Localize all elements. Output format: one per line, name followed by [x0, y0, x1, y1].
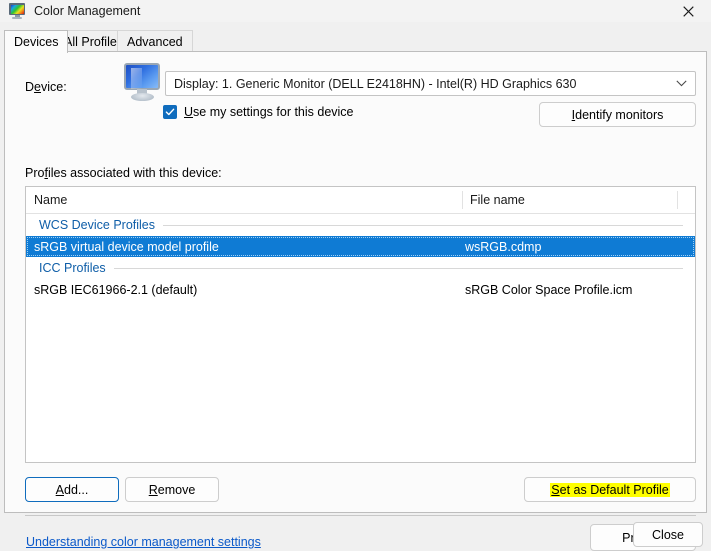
- set-as-default-profile-label: Set as Default Profile: [550, 482, 670, 497]
- understanding-color-management-link[interactable]: Understanding color management settings: [26, 535, 261, 549]
- list-item[interactable]: sRGB IEC61966-2.1 (default) sRGB Color S…: [26, 279, 695, 300]
- group-rule: [113, 267, 683, 269]
- add-button-label: Add...: [55, 482, 89, 497]
- use-my-settings-label: Use my settings for this device: [184, 105, 354, 119]
- profiles-list[interactable]: Name File name WCS Device Profiles sRGB …: [25, 186, 696, 463]
- tab-advanced-label: Advanced: [127, 34, 183, 49]
- device-dropdown-value: Display: 1. Generic Monitor (DELL E2418H…: [174, 76, 577, 91]
- close-icon[interactable]: [666, 0, 711, 22]
- checkbox-box: [163, 105, 177, 119]
- use-my-settings-checkbox[interactable]: Use my settings for this device: [163, 105, 354, 119]
- tab-strip: Devices All Profiles Advanced: [0, 30, 711, 53]
- remove-button[interactable]: Remove: [125, 477, 219, 502]
- device-dropdown[interactable]: Display: 1. Generic Monitor (DELL E2418H…: [165, 71, 696, 96]
- window-title: Color Management: [34, 4, 141, 18]
- identify-monitors-button[interactable]: Identify monitors: [539, 102, 696, 127]
- tab-advanced[interactable]: Advanced: [117, 30, 193, 52]
- chevron-down-icon: [667, 80, 695, 87]
- group-rule: [163, 224, 683, 226]
- list-item-file: sRGB Color Space Profile.icm: [465, 282, 633, 297]
- list-item-name: sRGB IEC61966-2.1 (default): [34, 282, 198, 297]
- identify-monitors-label: Identify monitors: [571, 107, 664, 122]
- color-monitor-icon: [9, 3, 25, 19]
- devices-tab-panel: Device: Display: 1. Generic Monitor (DEL…: [4, 51, 707, 551]
- set-as-default-profile-button[interactable]: Set as Default Profile: [524, 477, 696, 502]
- tab-devices-label: Devices: [14, 35, 59, 49]
- title-bar: Color Management: [0, 0, 711, 22]
- list-group-header: ICC Profiles: [26, 257, 695, 279]
- device-label: Device:: [25, 80, 67, 94]
- group-label: WCS Device Profiles: [39, 218, 155, 232]
- profiles-list-caption: Profiles associated with this device:: [25, 166, 222, 180]
- close-button-label: Close: [652, 527, 684, 542]
- profiles-list-header: Name File name: [26, 187, 695, 214]
- column-divider: [677, 191, 678, 209]
- add-button[interactable]: Add...: [25, 477, 119, 502]
- group-label: ICC Profiles: [39, 261, 106, 275]
- list-group-header: WCS Device Profiles: [26, 214, 695, 236]
- close-button[interactable]: Close: [633, 522, 703, 547]
- column-divider: [462, 191, 463, 209]
- list-item-name: sRGB virtual device model profile: [34, 239, 219, 254]
- tab-all-profiles-label: All Profiles: [64, 34, 124, 49]
- monitor-icon: [122, 63, 166, 103]
- footer-divider: [25, 515, 696, 516]
- column-header-file-name[interactable]: File name: [470, 187, 525, 213]
- remove-button-label: Remove: [148, 482, 196, 497]
- column-header-name[interactable]: Name: [34, 187, 67, 213]
- list-item-file: wsRGB.cdmp: [465, 239, 542, 254]
- list-item[interactable]: sRGB virtual device model profile wsRGB.…: [26, 236, 695, 257]
- tab-devices[interactable]: Devices: [4, 30, 69, 53]
